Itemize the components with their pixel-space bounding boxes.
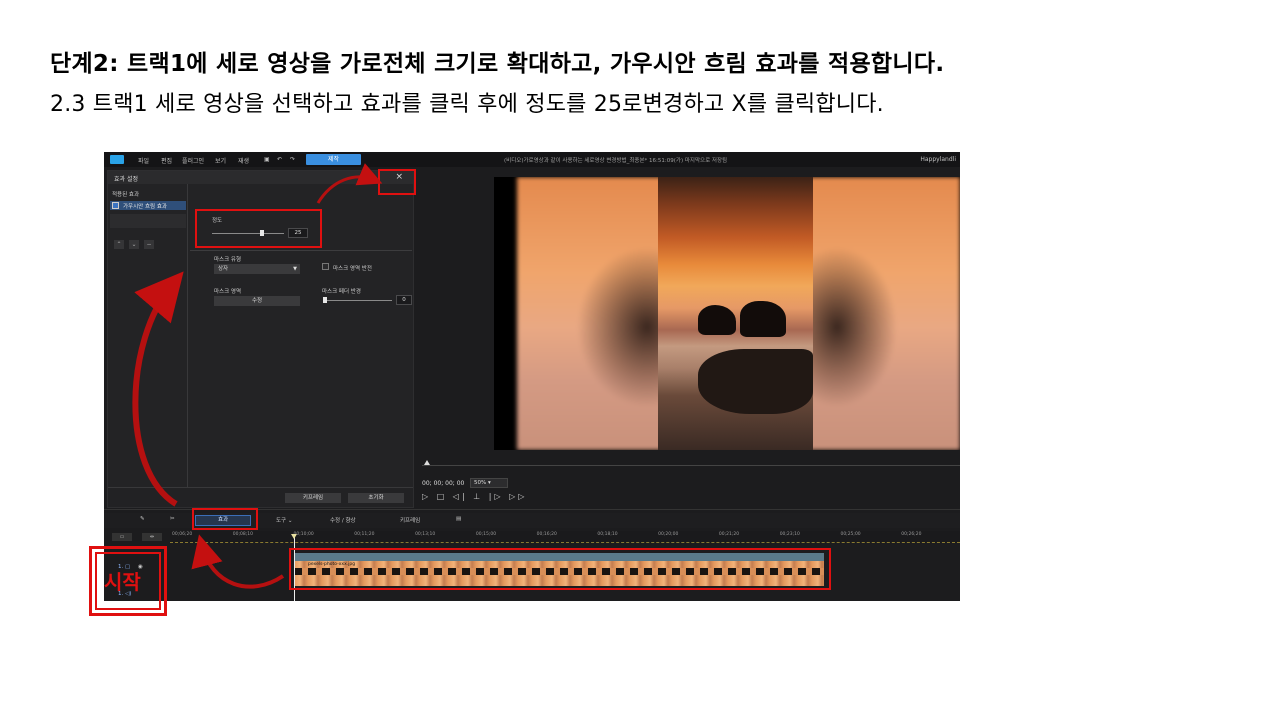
zoom-select[interactable]: 50% ▾	[470, 478, 508, 488]
save-icon[interactable]: ▣	[264, 156, 270, 163]
divider	[190, 250, 412, 251]
user-name: Happylandli	[920, 156, 956, 163]
empty-effect-slot	[110, 214, 186, 228]
menu-plugins[interactable]: 플러그인	[182, 156, 204, 165]
highlight-close-button	[378, 169, 416, 195]
ruler-tick-label: 00;08;10	[232, 532, 253, 537]
project-title: (비디오)가로영상과 같이 사용하는 세로영상 변경방법_최종본* 16:51:…	[504, 158, 728, 164]
effect-panel-header: 효과 설정 ×	[108, 171, 413, 184]
applied-effect-item[interactable]: 가우시안 흐림 효과	[110, 201, 186, 210]
tutorial-slide: 단계2: 트랙1에 세로 영상을 가로전체 크기로 확대하고, 가우시안 흐림 …	[0, 0, 1280, 720]
preview-panel: 00; 00; 00; 00 50% ▾ ▷ □ ◁| ⊥ |▷ ▷▷	[416, 170, 960, 508]
preview-scrubber[interactable]	[422, 465, 960, 466]
ruler-tick-label: 00;26;20	[901, 532, 922, 537]
effect-panel-footer: 키프레임 초기화	[108, 487, 413, 507]
effect-enabled-checkbox[interactable]	[112, 202, 119, 209]
undo-icon[interactable]: ↶	[277, 156, 282, 163]
tools-tab-label: 도구	[276, 518, 287, 524]
preview-timecode: 00; 00; 00; 00	[422, 480, 465, 487]
timeline-playhead-handle[interactable]	[291, 534, 297, 539]
menu-view[interactable]: 보기	[215, 156, 226, 165]
sea-rock	[698, 305, 736, 335]
highlight-video-clip	[289, 548, 831, 590]
produce-button[interactable]: 제작	[306, 154, 361, 165]
keyframe-button[interactable]: 키프레임	[285, 493, 341, 503]
mask-area-label: 마스크 영역	[214, 289, 242, 295]
highlight-effects-tab	[192, 508, 258, 530]
track-manager-button[interactable]: ▭	[112, 533, 132, 541]
mask-type-label: 마스크 유형	[214, 257, 242, 263]
menu-file[interactable]: 파일	[138, 156, 149, 165]
app-logo-icon	[110, 155, 124, 164]
vertical-video	[658, 177, 813, 450]
ruler-tick-label: 00;25;00	[840, 532, 861, 537]
ruler-tick-label: 00;21;20	[718, 532, 740, 537]
applied-effect-name: 가우시안 흐림 효과	[123, 204, 167, 210]
mask-invert-checkbox[interactable]	[322, 263, 329, 270]
tab-keyframe[interactable]: 키프레임	[400, 516, 420, 524]
driftwood	[698, 349, 813, 414]
mask-feather-label: 마스크 페더 반경	[322, 289, 361, 295]
mask-area-edit-button[interactable]: 수정	[214, 296, 300, 306]
move-down-icon[interactable]: ⌄	[129, 240, 139, 249]
zoom-value: 50%	[474, 480, 487, 486]
mask-feather-value-input[interactable]: 0	[396, 295, 412, 305]
timeline-ruler[interactable]: 00;06;20 00;08;10 00;10;00 00;11;20 00;13;10…	[170, 531, 960, 543]
video-preview	[494, 177, 960, 450]
mask-feather-slider-thumb[interactable]	[323, 297, 327, 303]
playback-controls[interactable]: ▷ □ ◁| ⊥ |▷ ▷▷	[422, 492, 527, 501]
start-label: 시작	[104, 570, 141, 594]
mask-type-value: 상자	[218, 266, 229, 272]
slide-title: 단계2: 트랙1에 세로 영상을 가로전체 크기로 확대하고, 가우시안 흐림 …	[50, 51, 945, 77]
menu-edit[interactable]: 편집	[161, 156, 172, 165]
menu-playback[interactable]: 재생	[238, 156, 249, 165]
reset-button[interactable]: 초기화	[348, 493, 404, 503]
pen-icon[interactable]: ✎	[140, 516, 145, 522]
mask-invert-label: 마스크 영역 반전	[333, 266, 372, 272]
ruler-tick-label: 00;23;10	[779, 532, 800, 537]
mask-type-dropdown[interactable]: 상자 ▼	[214, 264, 300, 274]
ruler-tick-label: 00;16;20	[536, 532, 557, 537]
highlight-degree-setting	[195, 209, 322, 248]
redo-icon[interactable]: ↷	[290, 156, 295, 163]
ruler-tick-label: 00;13;10	[415, 532, 436, 537]
subtitle-icon[interactable]: ▤	[456, 516, 461, 522]
menu-bar: 파일 편집 플러그인 보기 재생 ▣ ↶ ↷ 제작 (비디오)가로영상과 같이 …	[104, 152, 960, 167]
fit-timeline-button[interactable]: ⇹	[142, 533, 162, 541]
scissors-icon[interactable]: ✂	[170, 516, 175, 522]
ruler-tick-label: 00;15;00	[475, 532, 497, 537]
ruler-tick-label: 00;18;10	[597, 532, 618, 537]
chevron-down-icon: ▼	[293, 266, 297, 272]
ruler-tick-label: 00;11;20	[354, 532, 375, 537]
remove-effect-icon[interactable]: −	[144, 240, 154, 249]
ruler-tick-label: 00;06;20	[172, 532, 193, 537]
applied-effects-list: 적용된 효과 가우시안 흐림 효과 ⌃ ⌄ −	[108, 184, 188, 489]
mask-feather-slider-track[interactable]	[324, 300, 392, 301]
ruler-tick-label: 00;20;00	[658, 532, 679, 537]
tab-fix-enhance[interactable]: 수정 / 향상	[330, 516, 356, 524]
tab-tools[interactable]: 도구 ⌄	[276, 516, 292, 524]
slide-subtitle: 2.3 트랙1 세로 영상을 선택하고 효과를 클릭 후에 정도를 25로변경하…	[50, 92, 884, 117]
preview-scrubber-thumb[interactable]	[424, 460, 430, 465]
effect-panel-title: 효과 설정	[114, 176, 138, 183]
applied-effects-label: 적용된 효과	[112, 192, 140, 198]
sea-rock	[740, 301, 786, 337]
move-up-icon[interactable]: ⌃	[114, 240, 124, 249]
